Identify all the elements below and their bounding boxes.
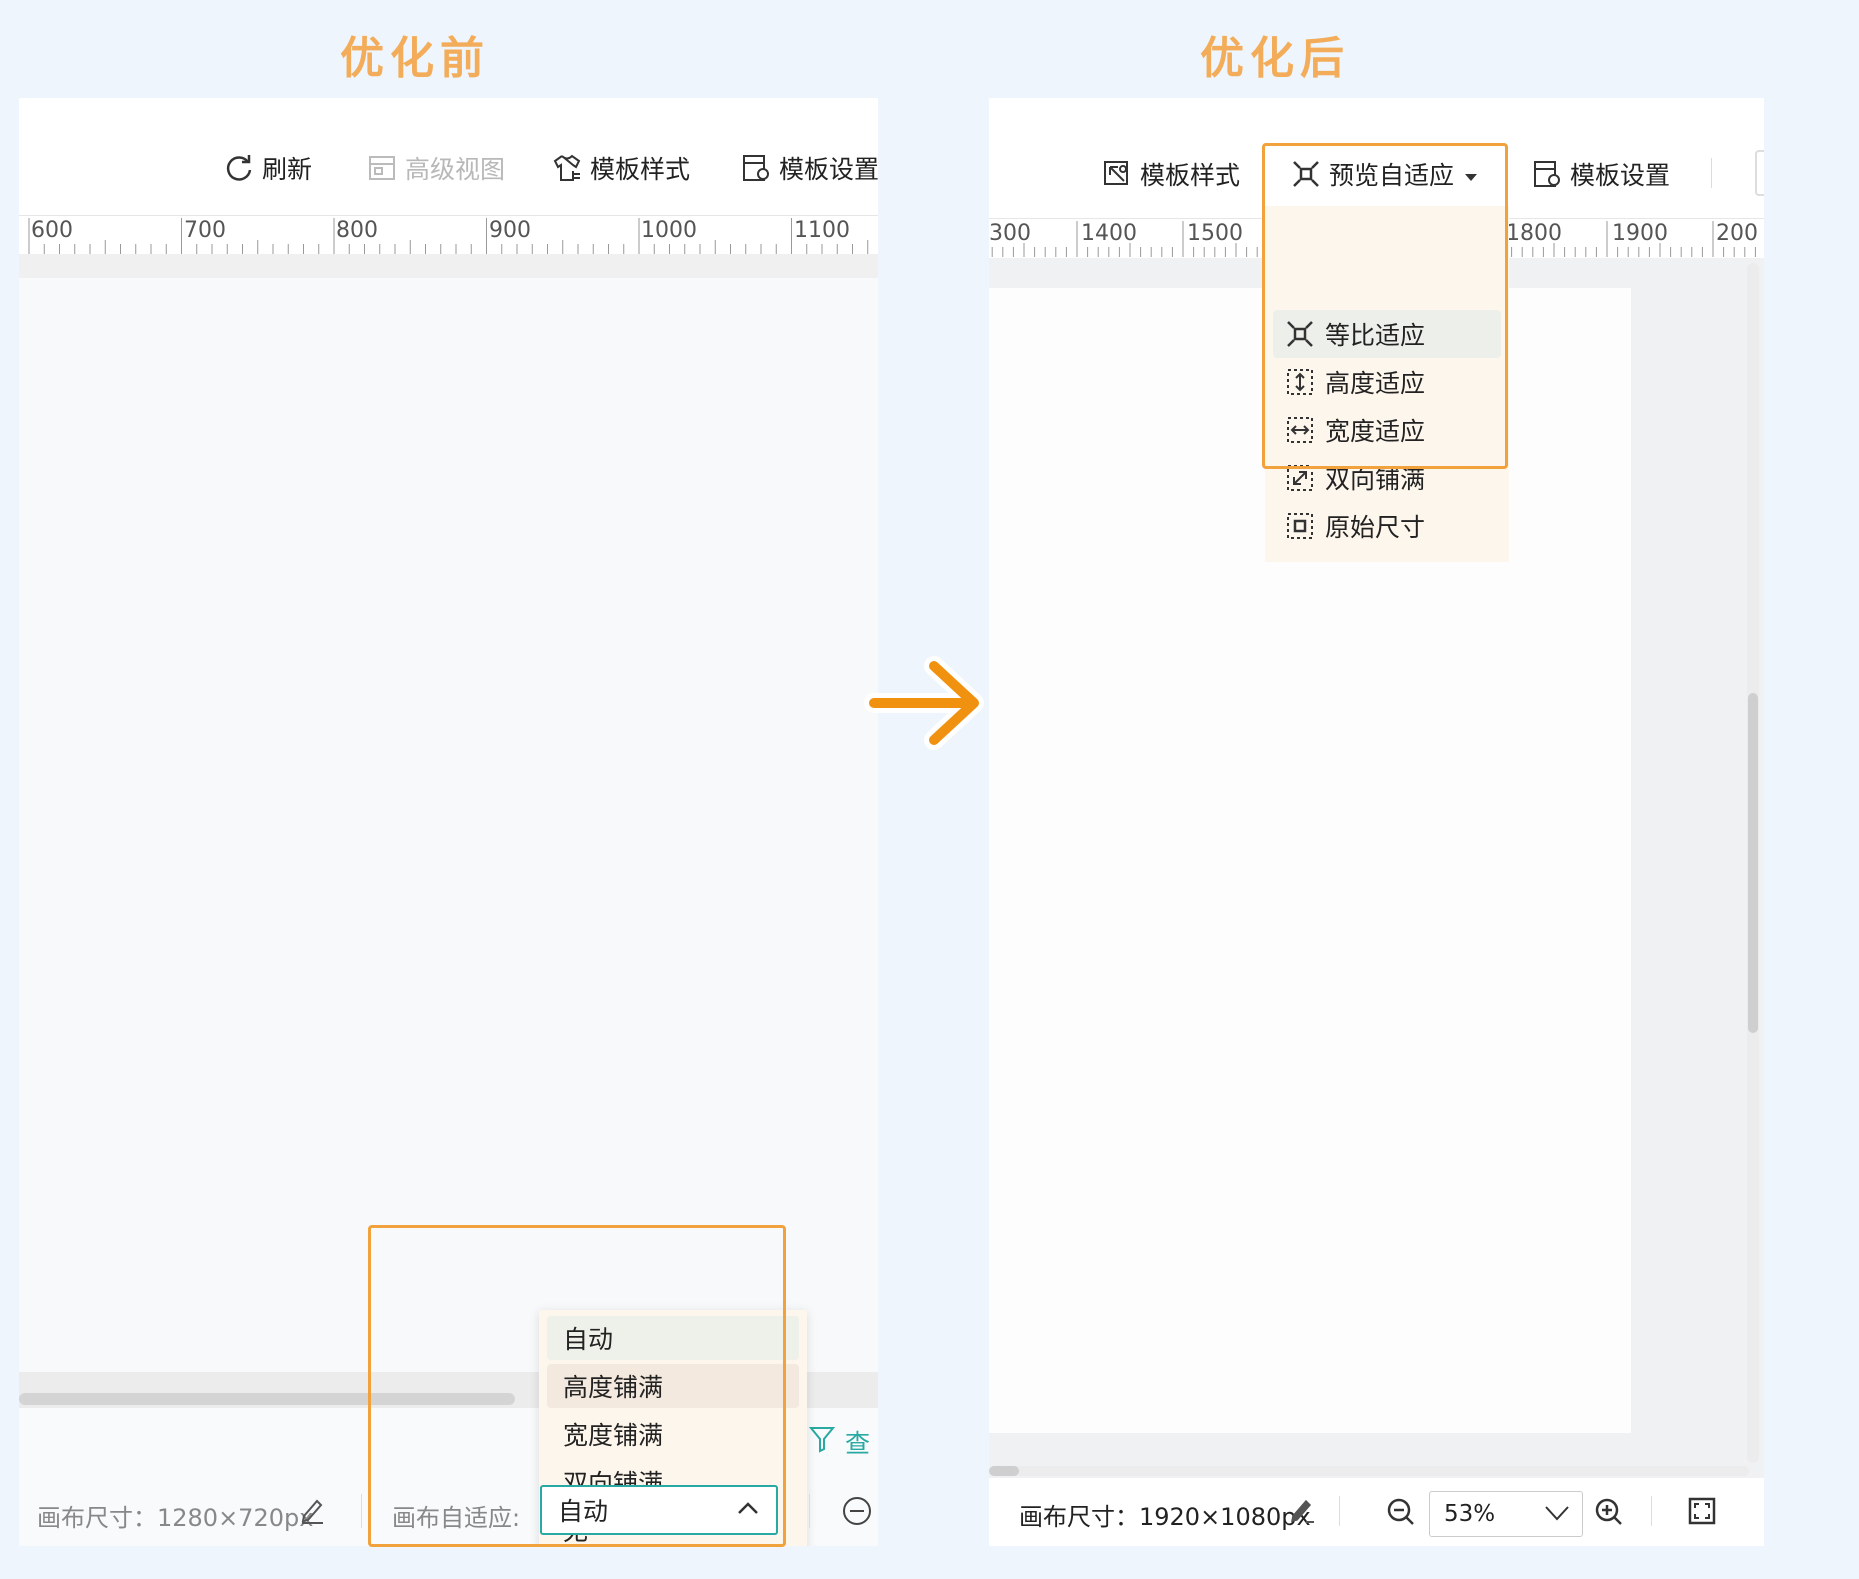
left-toolbar: 刷新 高级视图 模板样式 模板设置 — [19, 98, 878, 218]
ruler-label: 300 — [989, 221, 1031, 246]
divider — [809, 1494, 810, 1528]
ruler-label: 700 — [184, 218, 226, 243]
shirt-icon — [552, 153, 582, 183]
template-style-label: 模板样式 — [1140, 161, 1241, 190]
zoom-in-icon[interactable] — [1594, 1497, 1624, 1531]
zoom-out-icon[interactable] — [1386, 1497, 1416, 1531]
template-settings-icon — [741, 153, 771, 183]
right-highlight-frame — [1262, 143, 1508, 469]
canvas-size-text: 画布尺寸：1920×1080px — [1019, 1503, 1311, 1531]
refresh-label: 刷新 — [262, 155, 313, 184]
divider — [1711, 158, 1712, 188]
dropdown-option[interactable]: 原始尺寸 — [1273, 502, 1501, 550]
ruler-label: 1800 — [1506, 221, 1562, 246]
left-ruler: 600 700 800 900 1000 1100 — [19, 215, 878, 254]
query-filter-button[interactable]: 查 — [808, 1424, 871, 1460]
refresh-icon — [224, 153, 254, 183]
canvas-size-text: 画布尺寸：1280×720px — [37, 1504, 314, 1532]
template-settings-icon — [1532, 159, 1562, 189]
ruler-label: 1100 — [794, 218, 850, 243]
ruler-label: 800 — [336, 218, 378, 243]
template-style-label: 模板样式 — [590, 155, 691, 184]
zoom-value: 53% — [1444, 1501, 1496, 1527]
toolbar-overflow-button[interactable] — [1755, 150, 1764, 196]
arrow-right-icon — [862, 648, 992, 762]
advanced-view-button[interactable]: 高级视图 — [367, 150, 505, 186]
chevron-down-icon — [1544, 1502, 1570, 1530]
horizontal-scrollbar-thumb[interactable] — [989, 1466, 1019, 1476]
template-style-button[interactable]: 模板样式 — [552, 150, 690, 186]
ruler-label: 1400 — [1081, 221, 1137, 246]
divider — [1339, 1496, 1340, 1526]
zoom-select[interactable]: 53% — [1429, 1491, 1583, 1537]
template-style-icon — [1102, 159, 1132, 189]
ruler-label: 600 — [31, 218, 73, 243]
heading-before: 优化前 — [340, 33, 490, 84]
query-label: 查 — [845, 1429, 871, 1458]
advanced-view-label: 高级视图 — [405, 155, 506, 184]
filter-icon — [808, 1425, 836, 1459]
zoom-out-icon[interactable] — [841, 1495, 873, 1531]
template-settings-label: 模板设置 — [1570, 161, 1671, 190]
horizontal-scrollbar[interactable] — [989, 1466, 1749, 1476]
ruler-label: 1000 — [641, 218, 697, 243]
fullscreen-icon[interactable] — [1688, 1497, 1716, 1529]
heading-after: 优化后 — [1200, 33, 1350, 84]
original-size-icon — [1285, 511, 1315, 541]
edit-icon[interactable] — [1288, 1496, 1316, 1528]
refresh-button[interactable]: 刷新 — [224, 150, 312, 186]
divider — [361, 1494, 362, 1528]
left-highlight-frame — [368, 1225, 786, 1547]
template-settings-label: 模板设置 — [779, 155, 878, 184]
ruler-label: 900 — [489, 218, 531, 243]
option-label: 原始尺寸 — [1325, 513, 1426, 542]
template-settings-button[interactable]: 模板设置 — [741, 150, 878, 186]
edit-icon[interactable] — [299, 1496, 325, 1528]
divider — [1651, 1496, 1652, 1526]
template-style-button[interactable]: 模板样式 — [1102, 156, 1240, 192]
vertical-scrollbar-thumb[interactable] — [1748, 693, 1758, 1033]
advanced-view-icon — [367, 153, 397, 183]
ruler-label: 1900 — [1612, 221, 1668, 246]
ruler-label: 200 — [1716, 221, 1758, 246]
ruler-label: 1500 — [1187, 221, 1243, 246]
template-settings-button[interactable]: 模板设置 — [1532, 156, 1670, 192]
